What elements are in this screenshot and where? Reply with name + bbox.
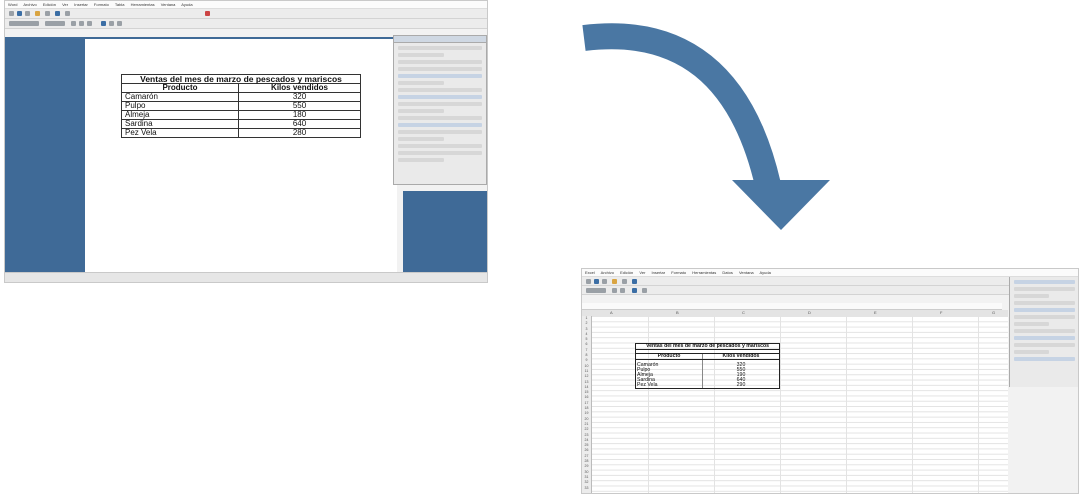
calc-format-toolbar bbox=[582, 286, 1078, 295]
menu-item[interactable]: Insertar bbox=[74, 2, 88, 7]
menu-item[interactable]: Ver bbox=[62, 2, 68, 7]
menu-item[interactable]: Ventana bbox=[739, 270, 754, 275]
paste-icon[interactable] bbox=[612, 279, 617, 284]
table-row: Sardina 640 bbox=[121, 119, 361, 129]
row-number[interactable]: 33 bbox=[582, 486, 591, 491]
new-doc-icon[interactable] bbox=[9, 11, 14, 16]
curved-arrow-icon bbox=[582, 23, 830, 230]
table-row: Pez Vela 290 bbox=[635, 383, 780, 389]
menu-item[interactable]: Ventana bbox=[161, 2, 176, 7]
menu-item[interactable]: Datos bbox=[722, 270, 732, 275]
print-icon[interactable] bbox=[25, 11, 30, 16]
cell-producto[interactable]: Pez Vela bbox=[635, 383, 703, 389]
menu-item[interactable]: Edición bbox=[43, 2, 56, 7]
currency-icon[interactable] bbox=[642, 288, 647, 293]
italic-icon[interactable] bbox=[79, 21, 84, 26]
menu-item[interactable]: Herramientas bbox=[692, 270, 716, 275]
underline-icon[interactable] bbox=[87, 21, 92, 26]
bold-icon[interactable] bbox=[71, 21, 76, 26]
menu-item[interactable]: Formato bbox=[94, 2, 109, 7]
new-doc-icon[interactable] bbox=[586, 279, 591, 284]
menu-item[interactable]: Excel bbox=[585, 270, 595, 275]
merge-icon[interactable] bbox=[632, 288, 637, 293]
formatting-palette[interactable] bbox=[393, 35, 487, 185]
menu-item[interactable]: Ver bbox=[639, 270, 645, 275]
table-row: Almeja 180 bbox=[121, 110, 361, 120]
chart-icon[interactable] bbox=[632, 279, 637, 284]
table-row: Camarón 320 bbox=[121, 92, 361, 102]
print-icon[interactable] bbox=[602, 279, 607, 284]
writer-window-screenshot: Word Archivo Edición Ver Insertar Format… bbox=[4, 0, 488, 283]
menu-item[interactable]: Ayuda bbox=[181, 2, 192, 7]
align-center-icon[interactable] bbox=[109, 21, 114, 26]
menu-item[interactable]: Archivo bbox=[23, 2, 36, 7]
formula-bar[interactable] bbox=[582, 303, 1002, 310]
italic-icon[interactable] bbox=[620, 288, 625, 293]
save-icon[interactable] bbox=[594, 279, 599, 284]
menu-item[interactable]: Archivo bbox=[601, 270, 614, 275]
writer-format-toolbar bbox=[5, 19, 487, 29]
row-headers: 1 2 3 4 5 6 7 8 9 10 11 12 13 14 15 16 1… bbox=[582, 316, 592, 493]
align-left-icon[interactable] bbox=[101, 21, 106, 26]
menu-item[interactable]: Insertar bbox=[652, 270, 666, 275]
cell-kilos[interactable]: 280 bbox=[238, 128, 361, 138]
calc-window-screenshot: Excel Archivo Edición Ver Insertar Forma… bbox=[581, 268, 1079, 494]
cell-kilos[interactable]: 290 bbox=[702, 383, 780, 389]
menu-item[interactable]: Herramientas bbox=[131, 2, 155, 7]
menu-item[interactable]: Formato bbox=[671, 270, 686, 275]
table-row: Pulpo 550 bbox=[121, 101, 361, 111]
calc-menubar: Excel Archivo Edición Ver Insertar Forma… bbox=[582, 269, 1078, 277]
table-title[interactable]: Ventas del mes de marzo de pescados y ma… bbox=[635, 343, 780, 350]
highlight-icon[interactable] bbox=[205, 11, 210, 16]
cell-producto[interactable]: Pez Vela bbox=[121, 128, 239, 138]
formatting-palette[interactable] bbox=[1009, 277, 1078, 387]
font-select[interactable] bbox=[45, 21, 65, 26]
align-right-icon[interactable] bbox=[117, 21, 122, 26]
save-icon[interactable] bbox=[17, 11, 22, 16]
menu-item[interactable]: Ayuda bbox=[760, 270, 771, 275]
calc-toolbar bbox=[582, 277, 1078, 286]
calc-sales-table[interactable]: Ventas del mes de marzo de pescados y ma… bbox=[635, 343, 780, 389]
writer-statusbar bbox=[5, 272, 487, 282]
undo-icon[interactable] bbox=[622, 279, 627, 284]
paste-icon[interactable] bbox=[35, 11, 40, 16]
bold-icon[interactable] bbox=[612, 288, 617, 293]
menu-item[interactable]: Tabla bbox=[115, 2, 125, 7]
writer-menubar: Word Archivo Edición Ver Insertar Format… bbox=[5, 1, 487, 9]
palette-header bbox=[394, 36, 486, 43]
table-row: Pez Vela 280 bbox=[121, 128, 361, 138]
undo-icon[interactable] bbox=[45, 11, 50, 16]
writer-sales-table[interactable]: Ventas del mes de marzo de pescados y ma… bbox=[121, 74, 361, 138]
style-select[interactable] bbox=[9, 21, 39, 26]
menu-item[interactable]: Edición bbox=[620, 270, 633, 275]
font-select[interactable] bbox=[586, 288, 606, 293]
writer-toolbar bbox=[5, 9, 487, 19]
writer-workspace-right bbox=[403, 191, 487, 273]
table-icon[interactable] bbox=[55, 11, 60, 16]
zoom-icon[interactable] bbox=[65, 11, 70, 16]
menu-item[interactable]: Word bbox=[8, 2, 17, 7]
